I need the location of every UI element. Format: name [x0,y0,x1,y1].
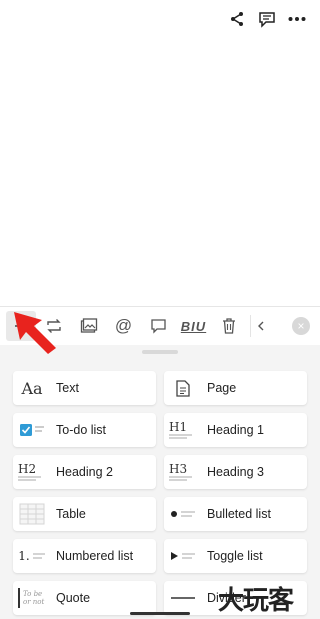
block-option-text[interactable]: Aa Text [13,371,156,405]
block-label: Bulleted list [207,507,271,521]
heading2-icon: H2 [18,460,46,484]
block-label: Numbered list [56,549,134,563]
numbered-list-icon: 1. [18,544,46,568]
block-label: Heading 2 [56,465,113,479]
block-label: Toggle list [207,549,263,563]
red-arrow-icon [14,312,56,354]
divider-icon [169,586,197,610]
block-label: Page [207,381,237,395]
toggle-list-icon [169,544,197,568]
bulleted-list-icon [169,502,197,526]
block-option-page[interactable]: Page [164,371,307,405]
mention-icon[interactable]: @ [106,311,141,341]
comment-icon[interactable] [141,311,176,341]
block-option-bulleted-list[interactable]: Bulleted list [164,497,307,531]
heading3-icon: H3 [169,460,197,484]
image-icon[interactable] [71,311,106,341]
toolbar-divider [250,315,251,337]
block-option-numbered-list[interactable]: 1. Numbered list [13,539,156,573]
share-icon[interactable] [224,6,250,32]
home-indicator[interactable] [130,612,190,615]
block-option-toggle-list[interactable]: Toggle list [164,539,307,573]
comment-icon[interactable] [254,6,280,32]
editor-area[interactable] [0,38,320,306]
watermark-logo: 大玩客 [218,586,294,616]
block-option-table[interactable]: Table [13,497,156,531]
quote-icon: To be or not [18,586,46,610]
block-label: To-do list [56,423,107,437]
block-label: Text [56,381,79,395]
block-label: Heading 1 [207,423,264,437]
block-option-heading-3[interactable]: H3 Heading 3 [164,455,307,489]
todo-icon [18,418,46,442]
block-option-quote[interactable]: To be or not Quote [13,581,156,615]
drag-handle[interactable] [142,350,178,354]
heading1-icon: H1 [169,418,197,442]
block-option-heading-2[interactable]: H2 Heading 2 [13,455,156,489]
block-option-todo[interactable]: To-do list [13,413,156,447]
more-icon[interactable] [284,6,310,32]
text-icon: Aa [21,378,43,398]
text-format-button[interactable]: BIU [176,311,211,341]
trash-icon[interactable] [211,311,246,341]
chevron-left-icon[interactable] [255,311,267,341]
page-icon [169,376,197,400]
block-label: Table [56,507,86,521]
table-icon [18,502,46,526]
top-bar [0,0,320,39]
block-label: Heading 3 [207,465,264,479]
block-label: Quote [56,591,91,605]
close-toolbar-button[interactable]: × [292,317,310,335]
block-option-heading-1[interactable]: H1 Heading 1 [164,413,307,447]
